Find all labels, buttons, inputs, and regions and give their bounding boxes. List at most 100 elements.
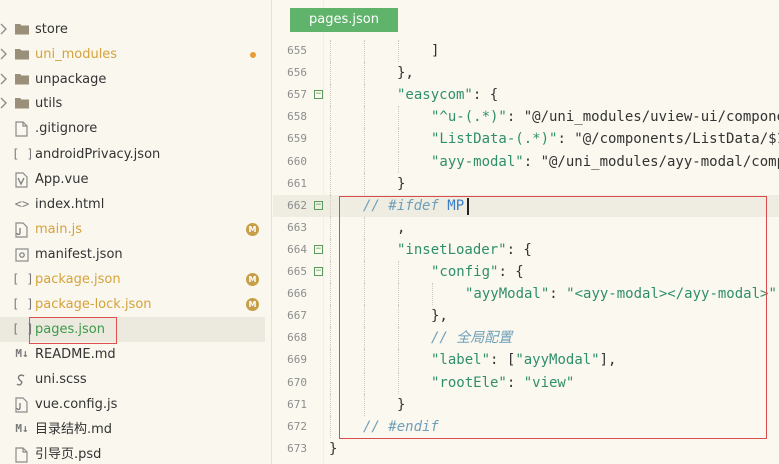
line-number: 656 <box>287 66 307 80</box>
indent-guide <box>330 393 331 416</box>
file-tree-item[interactable]: .gitignore <box>0 116 265 141</box>
file-tree-label: manifest.json <box>35 247 123 262</box>
fold-toggle-icon[interactable]: − <box>314 267 323 276</box>
chevron-right-icon[interactable] <box>0 97 7 109</box>
indent-guide <box>330 371 331 394</box>
indent-guide <box>398 106 399 129</box>
line-number: 659 <box>287 132 307 146</box>
tab-pages-json[interactable]: pages.json <box>290 8 398 32</box>
indent-guide <box>330 172 331 195</box>
indent-guide <box>398 40 399 62</box>
file-tree-label: vue.config.js <box>35 397 118 412</box>
file-tree-item[interactable]: M↓ README.md <box>0 342 265 367</box>
scss-file-icon <box>14 372 30 387</box>
folder-icon <box>14 47 30 62</box>
file-tree-label: 目录结构.md <box>35 422 113 437</box>
line-number: 665 <box>287 265 307 278</box>
file-tree-item[interactable]: manifest.json <box>0 242 265 267</box>
json-file-icon: [ ] <box>12 147 34 161</box>
code-line[interactable]: 661} <box>273 172 779 195</box>
fold-toggle-icon[interactable]: − <box>314 200 323 210</box>
fold-toggle-icon[interactable]: − <box>314 90 323 100</box>
code-line[interactable]: 659 "ListData-(.*)": "@/components/ListDa… <box>273 128 779 151</box>
indent-guide <box>364 128 365 151</box>
indent-guide <box>330 150 331 173</box>
file-tree-label: uni_modules <box>35 47 118 62</box>
file-tree-item[interactable]: [ ] androidPrivacy.json <box>0 142 265 167</box>
folder-icon <box>14 96 30 111</box>
file-tree-item[interactable]: unpackage <box>0 67 265 92</box>
code-text: "ayy-modal": "@/uni_modules/ayy-modal/co… <box>431 153 779 170</box>
js-file-icon <box>14 222 30 238</box>
file-tree-item[interactable]: 引导页.psd <box>0 442 265 464</box>
file-tree-item[interactable]: utils <box>0 91 265 116</box>
indent-guide <box>330 62 331 85</box>
indent-guide <box>330 106 331 129</box>
code-text: }, <box>397 65 414 82</box>
file-tree-item[interactable]: [ ] package.json M <box>0 267 265 292</box>
file-tree-label: utils <box>35 96 63 111</box>
code-line[interactable]: 657− "easycom": { <box>273 84 779 107</box>
indent-guide <box>330 216 331 239</box>
json-file-icon: [ ] <box>12 272 34 286</box>
line-number: 670 <box>287 375 307 389</box>
indent-guide <box>330 349 331 372</box>
line-number: 671 <box>287 397 307 411</box>
code-line[interactable]: 655] <box>273 40 779 62</box>
code-text: "ListData-(.*)": "@/components/ListData/… <box>431 131 779 148</box>
chevron-right-icon[interactable] <box>0 48 7 60</box>
line-number: 658 <box>287 110 307 124</box>
indent-guide <box>330 40 331 62</box>
file-explorer: store uni_modules unpackage utils .gitignore… <box>0 0 272 464</box>
indent-guide <box>398 150 399 173</box>
file-tree-item[interactable]: [ ] package-lock.json M <box>0 292 265 317</box>
code-line[interactable]: 658 "^u-(.*)": "@/uni_modules/uview-ui/co… <box>273 106 779 129</box>
file-tree-item[interactable]: main.js M <box>0 217 265 242</box>
file-tree-label: .gitignore <box>35 121 98 136</box>
line-number: 668 <box>287 331 307 345</box>
file-tree-item[interactable]: vue.config.js <box>0 392 265 417</box>
line-number: 666 <box>287 287 307 301</box>
modified-dot-indicator <box>250 52 256 58</box>
file-tree-label: package-lock.json <box>35 297 152 312</box>
file-tree-item[interactable]: App.vue <box>0 167 265 192</box>
line-number: 664 <box>287 242 307 256</box>
indent-guide <box>330 327 331 350</box>
indent-guide <box>330 128 331 151</box>
file-tree-label: store <box>35 22 68 37</box>
chevron-right-icon[interactable] <box>0 73 7 85</box>
file-tree-label: 引导页.psd <box>35 447 102 462</box>
code-editor[interactable]: pages.json 655] 656}, 657− "easycom": {658 "… <box>273 0 779 464</box>
js-file-icon <box>14 397 30 413</box>
indent-guide <box>330 84 331 107</box>
indent-guide <box>330 194 331 217</box>
file-tree-label: package.json <box>35 272 121 287</box>
indent-guide <box>398 128 399 151</box>
file-tree-item[interactable]: M↓ 目录结构.md <box>0 417 265 442</box>
line-number: 662 <box>287 198 307 212</box>
file-tree-label: main.js <box>35 222 82 237</box>
file-tree-item[interactable]: store <box>0 17 265 42</box>
manifest-file-icon <box>14 247 30 262</box>
code-text: "^u-(.*)": "@/uni_modules/uview-ui/compo… <box>431 109 779 126</box>
indent-guide <box>364 150 365 173</box>
code-line[interactable]: 673} <box>273 438 779 460</box>
file-tree-label: uni.scss <box>35 372 87 387</box>
file-tree-label: unpackage <box>35 72 107 87</box>
file-tree-item[interactable]: uni_modules <box>0 42 265 67</box>
indent-guide <box>330 261 331 283</box>
chevron-right-icon[interactable] <box>0 23 7 35</box>
fold-toggle-icon[interactable]: − <box>314 244 323 254</box>
file-tree-item[interactable]: <> index.html <box>0 192 265 217</box>
indent-guide <box>364 106 365 129</box>
git-modified-badge: M <box>246 298 259 311</box>
code-text: } <box>329 440 338 457</box>
line-number: 660 <box>287 154 307 168</box>
line-number: 672 <box>287 419 307 433</box>
indent-guide <box>364 172 365 195</box>
line-number: 667 <box>287 309 307 323</box>
code-line[interactable]: 660 "ayy-modal": "@/uni_modules/ayy-modal… <box>273 150 779 173</box>
file-tree-item[interactable]: uni.scss <box>0 367 265 392</box>
code-line[interactable]: 656}, <box>273 62 779 85</box>
code-text: "easycom": { <box>397 87 499 104</box>
